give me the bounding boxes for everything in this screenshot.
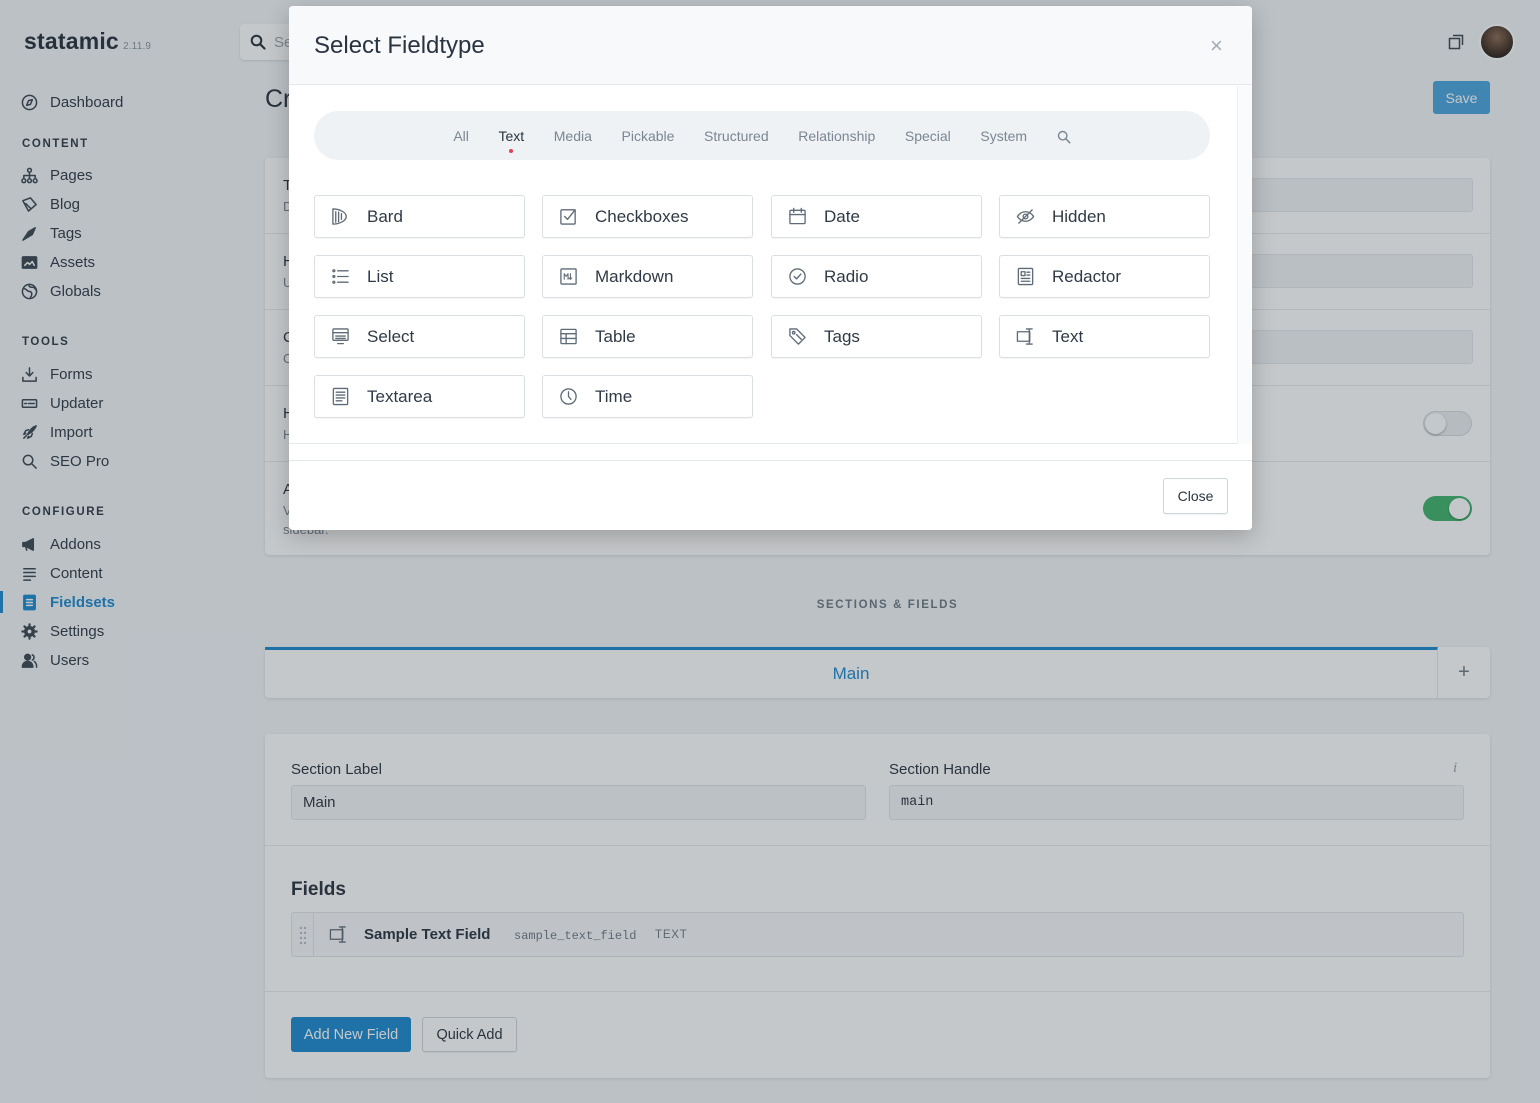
filter-tab-special[interactable]: Special [890, 128, 966, 144]
filter-tab-relationship[interactable]: Relationship [783, 128, 890, 144]
filter-tab-text[interactable]: Text [484, 128, 539, 153]
clock-icon [560, 388, 577, 405]
fieldtype-filter-tabs: All Text Media Pickable Structured Relat… [314, 111, 1210, 160]
fieldtype-label: Bard [367, 206, 403, 226]
fieldtype-date[interactable]: Date [771, 195, 982, 238]
fieldtype-redactor[interactable]: Redactor [999, 255, 1210, 298]
fieldtype-label: Checkboxes [595, 206, 689, 226]
fieldtype-label: Time [595, 386, 633, 406]
fieldtype-label: Text [1052, 326, 1084, 346]
fieldtype-hidden[interactable]: Hidden [999, 195, 1210, 238]
markdown-icon [560, 268, 577, 285]
radio-icon [789, 268, 806, 285]
fieldtype-label: Select [367, 326, 415, 346]
fieldtype-checkboxes[interactable]: Checkboxes [542, 195, 753, 238]
eye-slash-icon [1016, 209, 1035, 224]
redactor-icon [1017, 267, 1034, 286]
filter-search-button[interactable] [1042, 127, 1086, 144]
fieldtype-label: Redactor [1052, 266, 1121, 286]
list-icon [332, 269, 349, 284]
filter-tab-structured[interactable]: Structured [689, 128, 783, 144]
fieldtype-textarea[interactable]: Textarea [314, 375, 525, 418]
fieldtype-markdown[interactable]: Markdown [542, 255, 753, 298]
bard-icon [332, 208, 347, 225]
fieldtype-table[interactable]: Table [542, 315, 753, 358]
fieldtype-label: Radio [824, 266, 869, 286]
fieldtype-bard[interactable]: Bard [314, 195, 525, 238]
filter-tab-system[interactable]: System [966, 128, 1042, 144]
textarea-icon [332, 387, 349, 406]
table-icon [560, 328, 577, 345]
filter-tab-media[interactable]: Media [539, 128, 607, 144]
filter-tab-all[interactable]: All [439, 128, 484, 144]
fieldtype-label: Table [595, 326, 636, 346]
modal-scrollbar[interactable] [1237, 86, 1252, 444]
modal-header: Select Fieldtype × [289, 6, 1252, 85]
modal-footer: Close [289, 460, 1252, 530]
select-fieldtype-modal: Select Fieldtype × All Text Media Pickab… [289, 6, 1252, 530]
checkbox-icon [560, 209, 576, 225]
close-icon[interactable]: × [1210, 33, 1223, 59]
close-button[interactable]: Close [1163, 478, 1228, 514]
text-icon [1016, 328, 1033, 345]
fieldtype-radio[interactable]: Radio [771, 255, 982, 298]
fieldtype-tags[interactable]: Tags [771, 315, 982, 358]
fieldtype-select[interactable]: Select [314, 315, 525, 358]
calendar-icon [789, 207, 806, 225]
fieldtype-label: Textarea [367, 386, 433, 406]
fieldtype-label: Hidden [1052, 206, 1106, 226]
modal-title: Select Fieldtype [314, 32, 485, 59]
tag-icon [789, 328, 806, 345]
search-icon [1057, 130, 1071, 144]
divider [289, 443, 1237, 444]
fieldtype-text[interactable]: Text [999, 315, 1210, 358]
fieldtype-time[interactable]: Time [542, 375, 753, 418]
filter-tab-pickable[interactable]: Pickable [607, 128, 690, 144]
fieldtype-label: Date [824, 206, 860, 226]
fieldtype-label: List [367, 266, 394, 286]
select-icon [332, 328, 349, 345]
fieldtype-list[interactable]: List [314, 255, 525, 298]
fieldtype-label: Tags [824, 326, 860, 346]
fieldtype-label: Markdown [595, 266, 674, 286]
